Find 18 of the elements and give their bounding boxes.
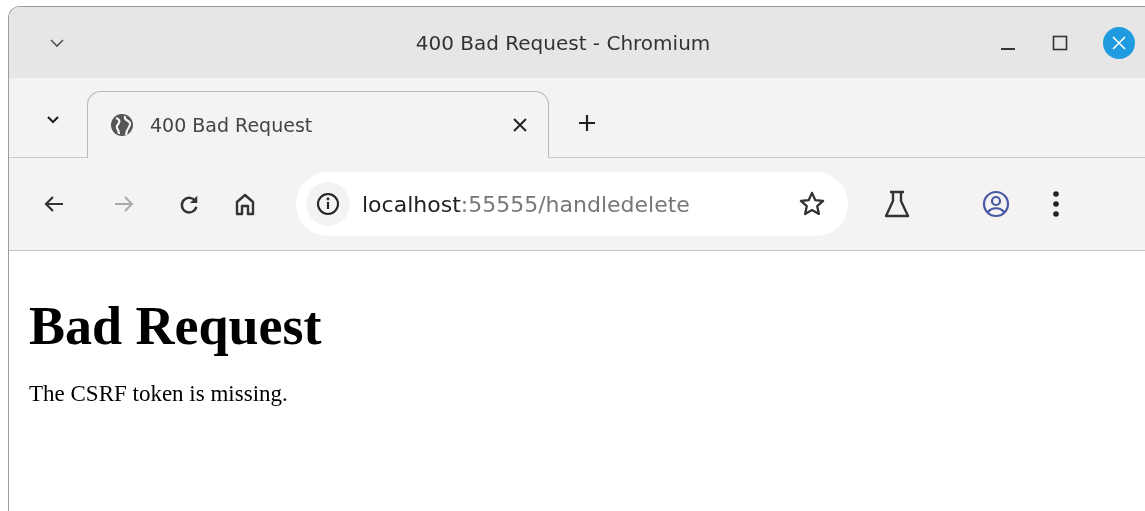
new-tab-icon[interactable] — [577, 113, 597, 133]
address-bar[interactable]: localhost:55555/handledelete — [296, 172, 848, 236]
star-icon[interactable] — [798, 190, 826, 218]
close-icon[interactable] — [1103, 26, 1135, 59]
error-message: The CSRF token is missing. — [29, 380, 289, 407]
close-tab-icon[interactable] — [512, 116, 528, 133]
globe-icon — [110, 112, 134, 137]
browser-tab[interactable]: 400 Bad Request — [87, 91, 549, 158]
profile-icon[interactable] — [982, 190, 1010, 218]
page-heading: Bad Request — [29, 295, 322, 358]
menu-icon[interactable] — [1052, 190, 1060, 218]
maximize-icon[interactable] — [1051, 33, 1069, 52]
flask-icon[interactable] — [884, 190, 910, 218]
window-title: 400 Bad Request - Chromium — [414, 30, 712, 55]
site-info-icon[interactable] — [306, 182, 350, 226]
reload-icon[interactable] — [178, 193, 200, 215]
url-text: localhost:55555/handledelete — [362, 191, 691, 217]
home-icon[interactable] — [234, 192, 256, 216]
